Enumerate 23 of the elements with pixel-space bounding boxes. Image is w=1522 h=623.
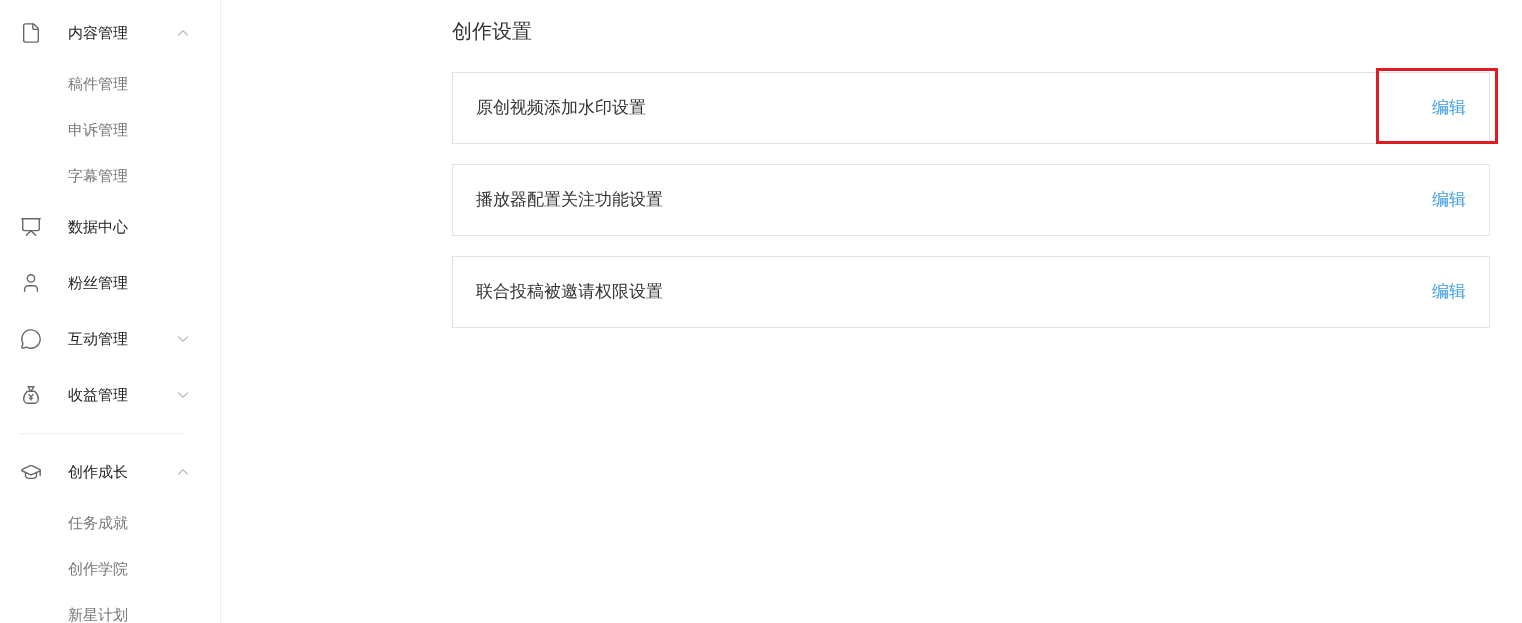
sidebar-subitem[interactable]: 申诉管理 — [0, 107, 220, 153]
setting-label: 联合投稿被邀请权限设置 — [476, 280, 664, 304]
money-bag-icon — [20, 384, 42, 406]
sidebar-item[interactable]: 内容管理 — [0, 12, 220, 54]
sidebar-subitem[interactable]: 新星计划 — [0, 592, 220, 623]
sidebar-item[interactable]: 粉丝管理 — [0, 262, 220, 304]
sidebar-item[interactable]: 创作成长 — [0, 451, 220, 493]
sidebar-item[interactable]: 数据中心 — [0, 206, 220, 248]
presentation-icon — [20, 216, 42, 238]
sidebar-item[interactable]: 收益管理 — [0, 374, 220, 416]
page-title: 创作设置 — [452, 18, 533, 45]
sidebar-subitem[interactable]: 字幕管理 — [0, 153, 220, 199]
setting-label: 原创视频添加水印设置 — [476, 96, 647, 120]
chat-icon — [20, 328, 42, 350]
edit-link[interactable]: 编辑 — [1432, 279, 1466, 305]
sidebar-subitem[interactable]: 任务成就 — [0, 500, 220, 546]
sidebar-subitem[interactable]: 创作学院 — [0, 546, 220, 592]
setting-label: 播放器配置关注功能设置 — [476, 188, 664, 212]
sidebar-item[interactable]: 互动管理 — [0, 318, 220, 360]
edit-link[interactable]: 编辑 — [1432, 95, 1466, 121]
edit-link[interactable]: 编辑 — [1432, 187, 1466, 213]
sidebar-subitem[interactable]: 稿件管理 — [0, 61, 220, 107]
file-icon — [20, 22, 42, 44]
